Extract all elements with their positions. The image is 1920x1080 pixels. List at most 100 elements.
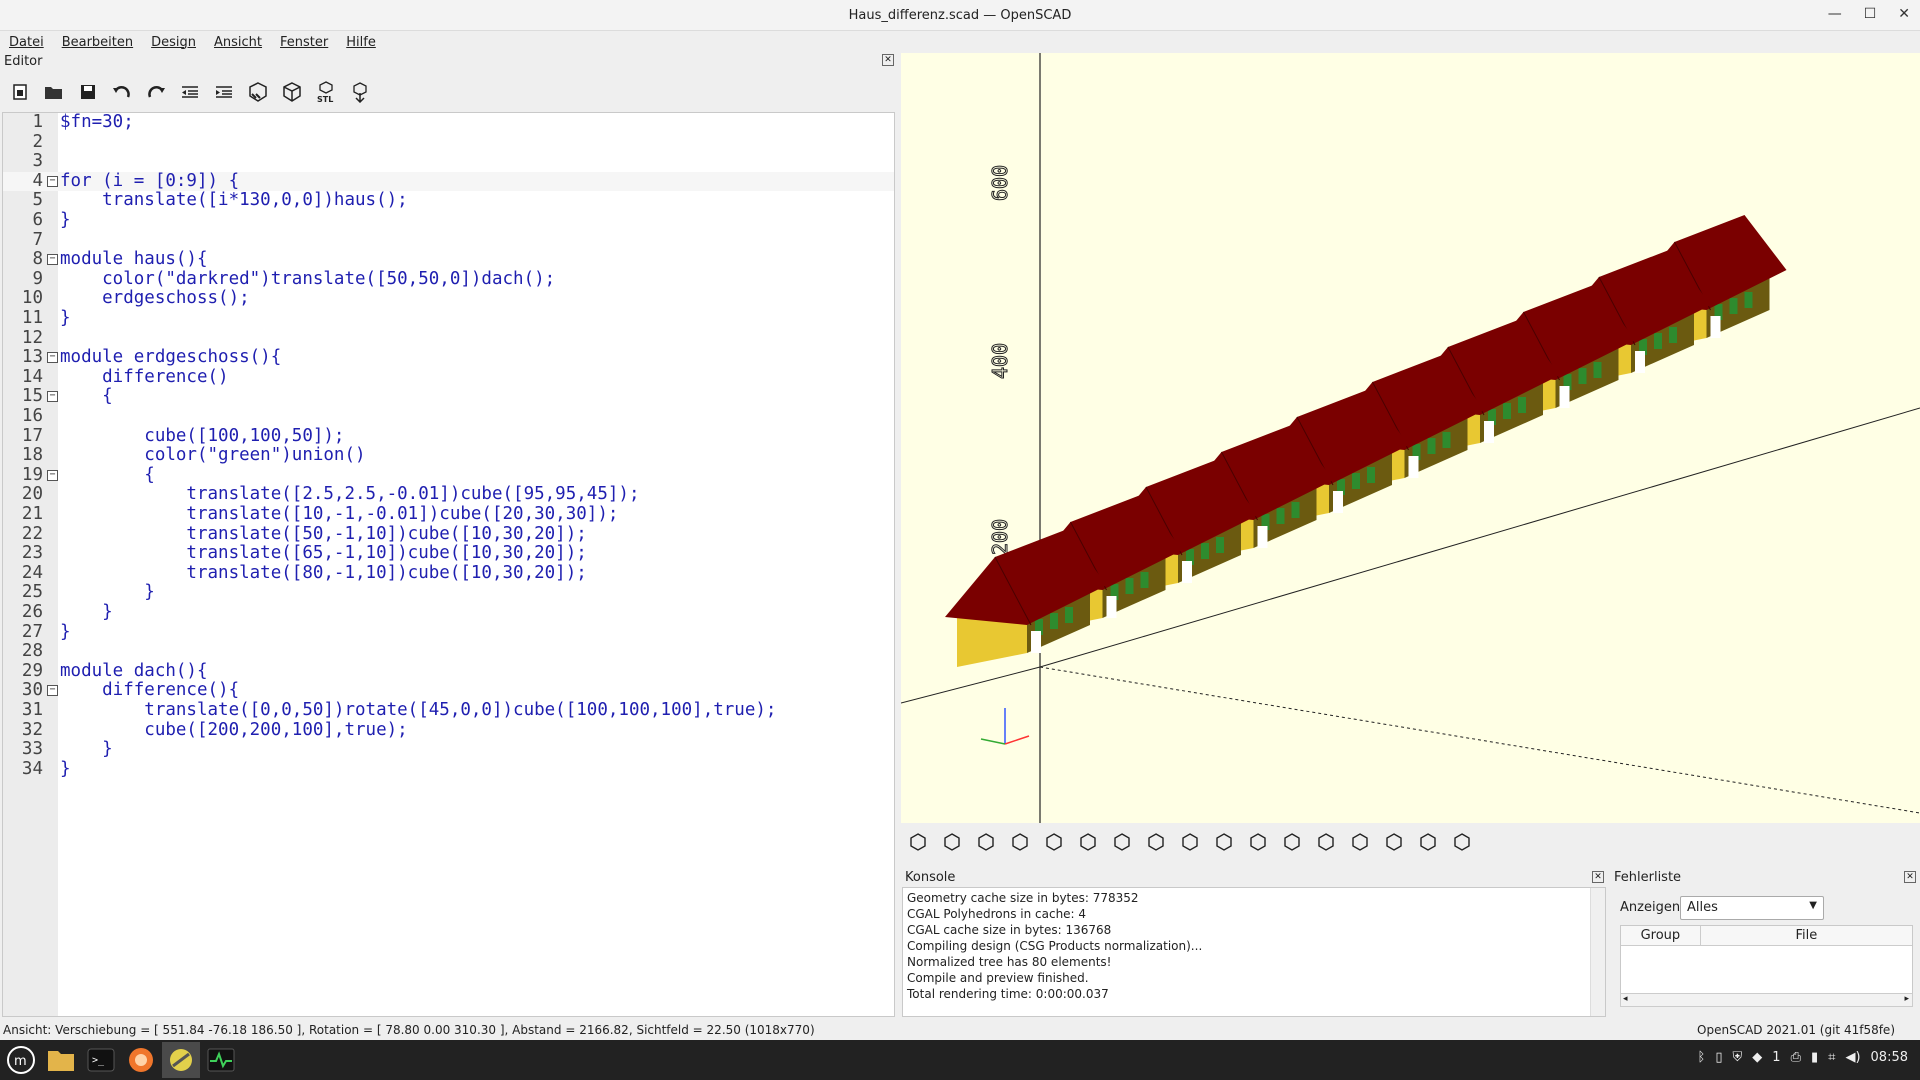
fold-toggle-icon[interactable]: − — [47, 175, 58, 187]
code-line[interactable]: 24 translate([80,-1,10])cube([10,30,20])… — [3, 563, 894, 584]
code-line[interactable]: 3 — [3, 152, 894, 172]
code-line[interactable]: 7 — [3, 230, 894, 251]
reset-view-icon[interactable] — [1075, 830, 1101, 854]
perspective-icon[interactable] — [1313, 830, 1339, 854]
code-line[interactable]: 11} — [3, 308, 894, 329]
code-line[interactable]: 17 cube([100,100,50]); — [3, 426, 894, 447]
view-front-icon[interactable] — [1245, 830, 1271, 854]
menu-datei[interactable]: Datei — [9, 35, 44, 50]
code-line[interactable]: 32 cube([200,200,100],true); — [3, 720, 894, 741]
code-line[interactable]: 18 color("green")union() — [3, 446, 894, 466]
view-back-icon[interactable] — [1279, 830, 1305, 854]
view-top-icon[interactable] — [1143, 830, 1169, 854]
maximize-icon[interactable]: ☐ — [1864, 6, 1877, 22]
console-scrollbar[interactable] — [1590, 888, 1605, 1016]
system-monitor-icon[interactable] — [202, 1042, 240, 1078]
volume-icon[interactable]: ◀) — [1845, 1050, 1860, 1065]
menu-fenster[interactable]: Fenster — [280, 35, 328, 50]
minimize-icon[interactable]: — — [1828, 6, 1842, 22]
network-icon[interactable]: ⌗ — [1828, 1050, 1835, 1065]
undo-icon[interactable] — [110, 80, 134, 104]
code-line[interactable]: 13− module erdgeschoss(){ — [3, 348, 894, 368]
code-line[interactable]: 22 translate([50,-1,10])cube([10,30,20])… — [3, 524, 894, 545]
orthogonal-icon[interactable] — [1347, 830, 1373, 854]
preview-icon[interactable] — [905, 830, 931, 854]
editor-close-icon[interactable]: ✕ — [882, 54, 894, 66]
printer-icon[interactable]: ⎙ — [1791, 1050, 1801, 1065]
filter-select[interactable]: Alles ▼ — [1680, 896, 1824, 920]
terminal-icon[interactable]: >_ — [82, 1042, 120, 1078]
code-line[interactable]: 28 — [3, 642, 894, 662]
3d-viewport[interactable]: 600 400 200 — [901, 53, 1920, 823]
menu-design[interactable]: Design — [151, 35, 196, 50]
clipboard-icon[interactable]: ▯ — [1715, 1050, 1722, 1065]
menu-ansicht[interactable]: Ansicht — [214, 35, 262, 50]
show-axes-icon[interactable] — [1381, 830, 1407, 854]
menu-hilfe[interactable]: Hilfe — [346, 35, 376, 50]
code-line[interactable]: 8− module haus(){ — [3, 250, 894, 270]
view-right-icon[interactable] — [1109, 830, 1135, 854]
firefox-icon[interactable] — [122, 1042, 160, 1078]
menu-icon[interactable]: m — [2, 1042, 40, 1078]
code-line[interactable]: 10 erdgeschoss(); — [3, 289, 894, 309]
view-all-icon[interactable] — [973, 830, 999, 854]
code-line[interactable]: 12 — [3, 328, 894, 349]
openscad-icon[interactable] — [162, 1042, 200, 1078]
fold-toggle-icon[interactable]: − — [47, 254, 58, 266]
code-line[interactable]: 14 difference() — [3, 367, 894, 388]
fold-toggle-icon[interactable]: − — [47, 391, 58, 403]
column-file[interactable]: File — [1701, 926, 1912, 945]
indent-icon[interactable] — [212, 80, 236, 104]
send-to-3d-print-icon[interactable] — [348, 80, 372, 104]
save-icon[interactable] — [76, 80, 100, 104]
code-line[interactable]: 2 — [3, 132, 894, 153]
export-stl-icon[interactable]: STL — [314, 80, 338, 104]
code-line[interactable]: 33 } — [3, 740, 894, 760]
code-line[interactable]: 6} — [3, 210, 894, 231]
menu-bearbeiten[interactable]: Bearbeiten — [62, 35, 133, 50]
error-list-close-icon[interactable]: ✕ — [1904, 871, 1916, 883]
code-line[interactable]: 34} — [3, 759, 894, 780]
code-line[interactable]: 19− { — [3, 465, 894, 486]
fold-toggle-icon[interactable]: − — [47, 685, 58, 697]
shield-icon[interactable]: ⛨ — [1733, 1050, 1743, 1065]
view-left-icon[interactable] — [1211, 830, 1237, 854]
code-line[interactable]: 27} — [3, 622, 894, 643]
code-line[interactable]: 16 — [3, 406, 894, 427]
files-icon[interactable] — [42, 1042, 80, 1078]
code-line[interactable]: 29 module dach(){ — [3, 661, 894, 682]
zoom-out-icon[interactable] — [1041, 830, 1067, 854]
show-scale-icon[interactable] — [1415, 830, 1441, 854]
console-close-icon[interactable]: ✕ — [1592, 871, 1604, 883]
fold-toggle-icon[interactable]: − — [47, 352, 58, 364]
code-line[interactable]: 23 translate([65,-1,10])cube([10,30,20])… — [3, 544, 894, 564]
code-line[interactable]: 1 $fn=30; — [3, 113, 894, 133]
code-line[interactable]: 30− difference(){ — [3, 681, 894, 701]
code-line[interactable]: 15− { — [3, 387, 894, 407]
preview-icon[interactable] — [246, 80, 270, 104]
code-editor[interactable]: 1 $fn=30; 2 3 4− for (i = [0:9]) {5 translate… — [2, 112, 895, 1017]
error-table-scrollbar[interactable]: ◂ ▸ — [1620, 993, 1913, 1007]
view-bottom-icon[interactable] — [1177, 830, 1203, 854]
unindent-icon[interactable] — [178, 80, 202, 104]
zoom-in-icon[interactable] — [1007, 830, 1033, 854]
column-group[interactable]: Group — [1621, 926, 1701, 945]
code-line[interactable]: 25 } — [3, 583, 894, 603]
code-line[interactable]: 4− for (i = [0:9]) { — [3, 171, 894, 192]
battery-icon[interactable]: ▮ — [1811, 1050, 1818, 1065]
render-icon[interactable] — [280, 80, 304, 104]
bluetooth-icon[interactable]: ᛒ — [1698, 1050, 1706, 1065]
close-icon[interactable]: ✕ — [1898, 6, 1910, 22]
open-file-icon[interactable] — [42, 80, 66, 104]
code-line[interactable]: 26 } — [3, 602, 894, 623]
show-edges-icon[interactable] — [1449, 830, 1475, 854]
redo-icon[interactable] — [144, 80, 168, 104]
fold-toggle-icon[interactable]: − — [47, 469, 58, 481]
code-line[interactable]: 5 translate([i*130,0,0])haus(); — [3, 191, 894, 211]
render-icon[interactable] — [939, 830, 965, 854]
code-line[interactable]: 21 translate([10,-1,-0.01])cube([20,30,3… — [3, 504, 894, 525]
code-line[interactable]: 31 translate([0,0,50])rotate([45,0,0])cu… — [3, 700, 894, 721]
notification-icon[interactable]: ◆ — [1752, 1050, 1762, 1065]
code-line[interactable]: 9 color("darkred")translate([50,50,0])da… — [3, 269, 894, 290]
new-file-icon[interactable] — [8, 80, 32, 104]
